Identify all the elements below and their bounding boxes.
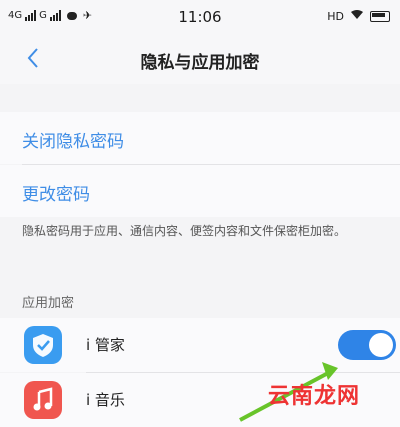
watermark: 云南龙网 [268,384,361,409]
annotation-arrow [239,362,338,422]
